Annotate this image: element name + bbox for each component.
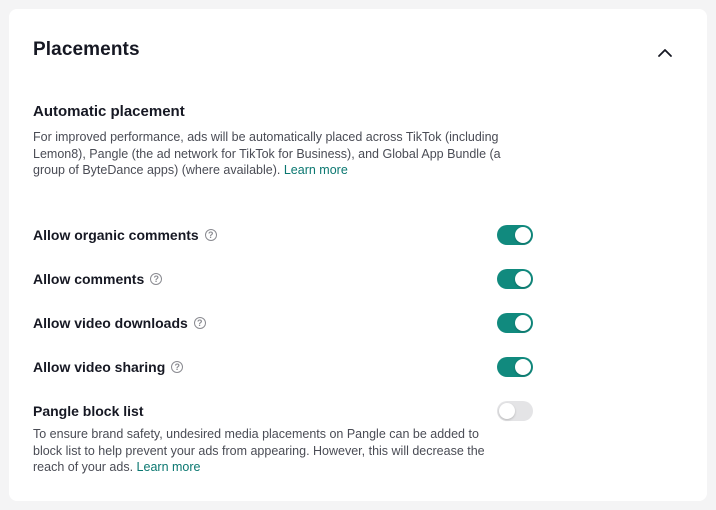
help-icon[interactable]: ? — [193, 317, 206, 329]
toggle-comments[interactable] — [497, 269, 533, 289]
help-icon[interactable]: ? — [204, 229, 217, 241]
automatic-placement-text: For improved performance, ads will be au… — [33, 130, 501, 177]
pangle-text: To ensure brand safety, undesired media … — [33, 427, 485, 474]
setting-label: Allow comments — [33, 271, 145, 287]
setting-row-video-downloads: Allow video downloads ? — [33, 311, 533, 335]
toggle-video-sharing[interactable] — [497, 357, 533, 377]
pangle-learn-more-link[interactable]: Learn more — [137, 460, 201, 474]
automatic-placement-title: Automatic placement — [33, 103, 185, 120]
setting-row-organic-comments: Allow organic comments ? — [33, 223, 533, 247]
setting-label: Pangle block list — [33, 403, 144, 419]
help-icon[interactable]: ? — [171, 361, 184, 373]
collapse-button[interactable] — [653, 41, 677, 65]
pangle-description: To ensure brand safety, undesired media … — [33, 426, 493, 476]
setting-row-pangle-block-list: Pangle block list — [33, 399, 533, 423]
card-title: Placements — [33, 39, 140, 60]
help-icon[interactable]: ? — [150, 273, 163, 285]
setting-row-video-sharing: Allow video sharing ? — [33, 355, 533, 379]
setting-label: Allow video sharing — [33, 359, 166, 375]
setting-row-comments: Allow comments ? — [33, 267, 533, 291]
toggle-organic-comments[interactable] — [497, 225, 533, 245]
setting-label: Allow video downloads — [33, 315, 188, 331]
toggle-video-downloads[interactable] — [497, 313, 533, 333]
automatic-placement-learn-more-link[interactable]: Learn more — [284, 163, 348, 177]
toggle-knob — [515, 359, 531, 375]
placements-card: Placements Automatic placement For impro… — [9, 9, 707, 501]
chevron-up-icon — [658, 49, 672, 57]
toggle-pangle-block-list[interactable] — [497, 401, 533, 421]
setting-label: Allow organic comments — [33, 227, 199, 243]
automatic-placement-description: For improved performance, ads will be au… — [33, 129, 523, 179]
toggle-knob — [515, 315, 531, 331]
toggle-knob — [499, 403, 515, 419]
toggle-knob — [515, 227, 531, 243]
toggle-knob — [515, 271, 531, 287]
